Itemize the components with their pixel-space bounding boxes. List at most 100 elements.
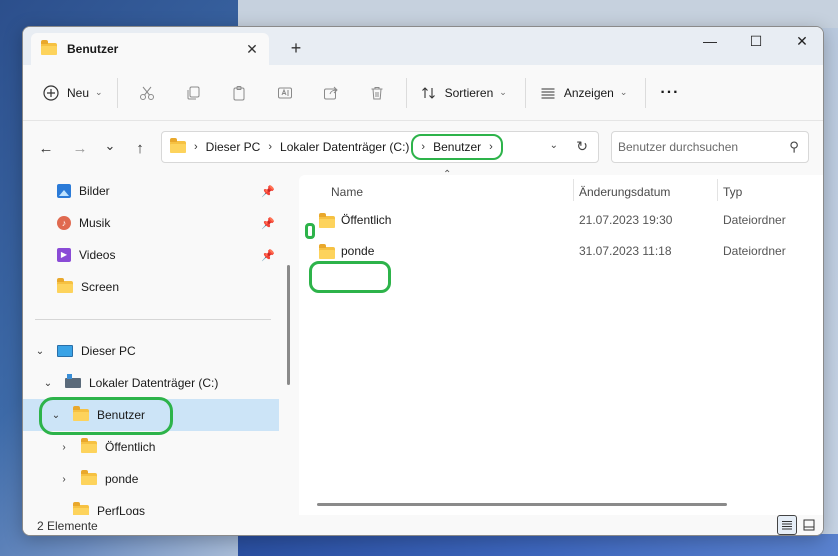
desktop-background-bottom (238, 534, 838, 556)
column-header-name[interactable]: Name (331, 179, 571, 205)
up-button[interactable]: ↑ (125, 133, 155, 163)
sidebar-item-videos[interactable]: ▶ Videos 📌 (23, 239, 279, 271)
folder-icon (319, 213, 335, 231)
pictures-icon (57, 184, 71, 198)
toolbar-divider (405, 77, 407, 108)
sidebar-item-perflogs[interactable]: PerfLogs (23, 495, 279, 515)
status-bar: 2 Elemente (23, 515, 823, 535)
sidebar-item-ponde[interactable]: › ponde (23, 463, 279, 495)
sidebar-item-label: Screen (81, 280, 120, 294)
toolbar-divider (524, 77, 526, 108)
plus-circle-icon (43, 84, 59, 101)
sidebar-item-bilder[interactable]: Bilder 📌 (23, 175, 279, 207)
column-header-date[interactable]: Änderungsdatum (579, 179, 715, 205)
sidebar-item-dieser-pc[interactable]: ⌄ Dieser PC (23, 335, 279, 367)
file-type: Dateiordner (723, 244, 786, 258)
chevron-down-icon[interactable]: ⌄ (41, 378, 55, 389)
close-button[interactable]: ✕ (779, 27, 823, 55)
sidebar-item-label: Videos (79, 248, 116, 262)
file-date: 21.07.2023 19:30 (579, 213, 673, 227)
sidebar-item-label: Dieser PC (81, 344, 136, 358)
details-view-button[interactable] (777, 515, 797, 535)
highlight-benutzer-annotation (39, 397, 173, 435)
folder-icon (170, 138, 186, 153)
chevron-down-icon: ⌄ (499, 87, 507, 97)
annotation-mark (305, 223, 315, 239)
chevron-down-icon: ⌄ (95, 87, 103, 97)
refresh-icon[interactable]: ↻ (576, 138, 588, 155)
file-name: Öffentlich (341, 213, 392, 227)
chevron-right-icon[interactable]: › (57, 474, 71, 485)
cut-button[interactable] (124, 76, 170, 110)
rename-button[interactable] (262, 76, 308, 110)
table-row[interactable]: Öffentlich 21.07.2023 19:30 Dateiordner (299, 205, 823, 235)
highlight-ponde-annotation (309, 261, 391, 293)
clipboard-icon (233, 85, 245, 100)
sidebar-scrollbar[interactable] (287, 265, 290, 385)
paste-button[interactable] (216, 76, 262, 110)
address-bar[interactable]: › Dieser PC › Lokaler Datenträger (C:) ›… (161, 131, 599, 163)
folder-icon (81, 438, 97, 453)
drive-icon (65, 374, 81, 388)
trash-icon (371, 86, 383, 99)
file-date: 31.07.2023 11:18 (579, 244, 672, 258)
details-view-icon (782, 521, 792, 530)
sidebar-item-label: Lokaler Datenträger (C:) (89, 376, 219, 390)
folder-icon (81, 470, 97, 485)
sidebar-item-label: PerfLogs (97, 504, 146, 515)
folder-icon (73, 502, 89, 515)
view-lines-icon (541, 87, 555, 99)
rename-icon (277, 87, 292, 98)
chevron-down-icon: ⌄ (619, 87, 628, 97)
chevron-right-icon[interactable]: › (57, 442, 71, 453)
sort-button[interactable]: Sortieren ⌄ (413, 76, 515, 110)
new-button-label: Neu (67, 85, 90, 100)
chevron-right-icon: › (268, 141, 273, 153)
navigation-bar: ← → ⌄ ↑ › Dieser PC › Lokaler Datenträge… (23, 121, 823, 175)
address-dropdown-icon[interactable]: ⌄ (550, 140, 558, 151)
new-tab-button[interactable]: + (285, 37, 307, 59)
view-button[interactable]: Anzeigen ⌄ (532, 76, 636, 110)
tab-benutzer[interactable]: Benutzer ✕ (31, 33, 269, 65)
search-box[interactable]: Benutzer durchsuchen ⚲ (611, 131, 809, 163)
column-divider[interactable] (573, 179, 574, 201)
tab-close-button[interactable]: ✕ (241, 38, 263, 60)
more-options-button[interactable]: ··· (652, 76, 687, 110)
breadcrumb-benutzer-highlight[interactable]: › Benutzer › (411, 134, 503, 160)
item-count: 2 Elemente (37, 519, 98, 533)
breadcrumb-benutzer: Benutzer (433, 140, 482, 154)
chevron-right-icon: › (489, 141, 493, 153)
command-bar: Neu ⌄ Sortieren ⌄ Anzeigen ⌄ ··· (23, 65, 823, 121)
sidebar-item-lokaler-datentraeger[interactable]: ⌄ Lokaler Datenträger (C:) (23, 367, 279, 399)
back-button[interactable]: ← (31, 133, 61, 163)
tiles-view-button[interactable] (799, 515, 819, 535)
breadcrumb-dieser-pc[interactable]: Dieser PC (206, 140, 261, 154)
recent-locations-button[interactable]: ⌄ (95, 131, 125, 161)
column-header-type[interactable]: Typ (723, 179, 813, 205)
music-icon: ♪ (57, 216, 71, 230)
new-button[interactable]: Neu ⌄ (35, 76, 111, 110)
folder-icon (319, 244, 335, 262)
column-divider[interactable] (717, 179, 718, 201)
toolbar-divider (116, 77, 118, 108)
pin-icon: 📌 (261, 217, 275, 230)
maximize-button[interactable]: ☐ (733, 27, 779, 55)
sidebar-item-oeffentlich[interactable]: › Öffentlich (23, 431, 279, 463)
share-button[interactable] (308, 76, 354, 110)
sidebar-item-musik[interactable]: ♪ Musik 📌 (23, 207, 279, 239)
sidebar-item-label: Musik (79, 216, 111, 230)
tab-title: Benutzer (67, 42, 119, 56)
delete-button[interactable] (354, 76, 400, 110)
navigation-pane: Bilder 📌 ♪ Musik 📌 ▶ Videos 📌 Screen ⌄ D… (23, 175, 291, 515)
forward-button[interactable]: → (65, 133, 95, 163)
chevron-right-icon: › (421, 141, 426, 153)
minimize-button[interactable]: — (687, 27, 733, 55)
sidebar-item-screen[interactable]: Screen (23, 271, 279, 303)
breadcrumb-lokaler-datentraeger[interactable]: Lokaler Datenträger (C:) (280, 140, 409, 154)
desktop-background (238, 0, 838, 28)
search-icon: ⚲ (789, 139, 799, 154)
search-placeholder: Benutzer durchsuchen (618, 140, 739, 154)
copy-button[interactable] (170, 76, 216, 110)
horizontal-scrollbar[interactable] (317, 503, 727, 506)
chevron-down-icon[interactable]: ⌄ (33, 346, 47, 357)
